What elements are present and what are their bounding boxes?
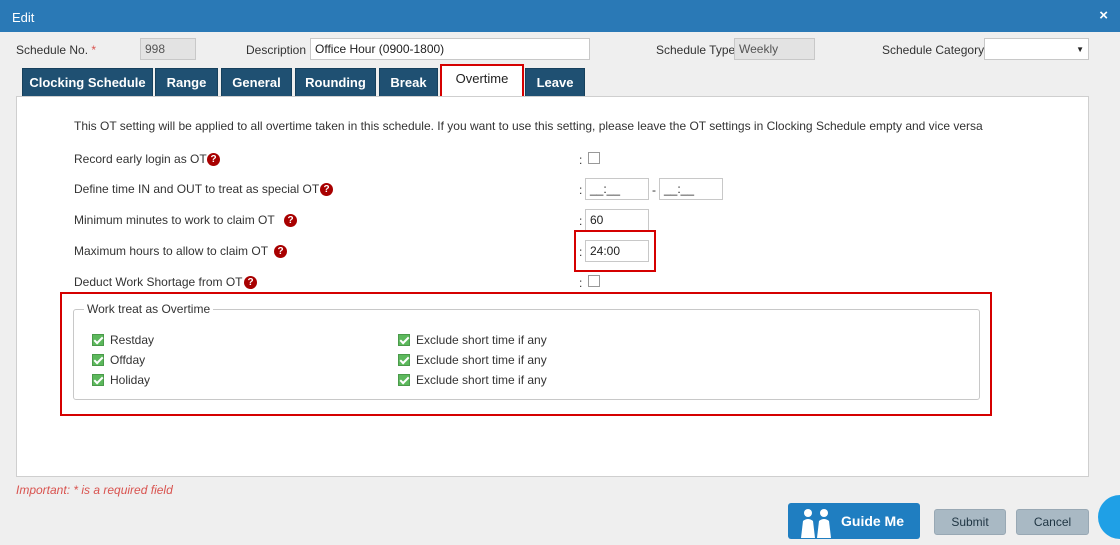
- offday-exclude-checkbox[interactable]: [398, 354, 410, 366]
- ot-note: This OT setting will be applied to all o…: [74, 119, 983, 133]
- special-ot-time-out[interactable]: __:__: [659, 178, 723, 200]
- help-icon[interactable]: ?: [274, 245, 287, 258]
- tab-range[interactable]: Range: [155, 68, 218, 98]
- description-label: Description: [246, 43, 307, 57]
- submit-button[interactable]: Submit: [934, 509, 1006, 535]
- time-range-dash: -: [652, 183, 656, 197]
- required-field-note: Important: * is a required field: [16, 483, 173, 497]
- help-icon[interactable]: ?: [320, 183, 333, 196]
- help-icon[interactable]: ?: [284, 214, 297, 227]
- colon: :: [579, 214, 583, 228]
- overtime-panel: This OT setting will be applied to all o…: [16, 96, 1089, 477]
- dialog-titlebar: Edit ×: [0, 0, 1120, 32]
- record-early-login-checkbox[interactable]: [588, 152, 600, 164]
- tab-general[interactable]: General: [221, 68, 292, 98]
- record-early-login-label: Record early login as OT: [74, 152, 207, 166]
- deduct-shortage-checkbox[interactable]: [588, 275, 600, 287]
- min-minutes-label: Minimum minutes to work to claim OT: [74, 213, 275, 227]
- colon: :: [579, 276, 583, 290]
- max-hours-input[interactable]: 24:00: [585, 240, 649, 262]
- guide-me-label: Guide Me: [841, 513, 905, 529]
- help-icon[interactable]: ?: [207, 153, 220, 166]
- chat-bubble-icon[interactable]: [1098, 495, 1120, 539]
- max-hours-label: Maximum hours to allow to claim OT: [74, 244, 269, 258]
- holiday-exclude-checkbox[interactable]: [398, 374, 410, 386]
- special-ot-label: Define time IN and OUT to treat as speci…: [74, 182, 320, 196]
- tab-leave[interactable]: Leave: [525, 68, 585, 98]
- offday-checkbox[interactable]: [92, 354, 104, 366]
- people-icon: [801, 509, 831, 538]
- tab-overtime[interactable]: Overtime: [440, 64, 524, 98]
- offday-label: Offday: [110, 353, 146, 367]
- holiday-checkbox[interactable]: [92, 374, 104, 386]
- colon: :: [579, 153, 583, 167]
- chevron-down-icon: ▼: [1076, 45, 1084, 54]
- schedule-type-label: Schedule Type: [656, 43, 736, 57]
- restday-exclude-checkbox[interactable]: [398, 334, 410, 346]
- work-treat-legend: Work treat as Overtime: [87, 302, 211, 316]
- restday-exclude-label: Exclude short time if any: [416, 333, 547, 347]
- colon: :: [579, 183, 583, 197]
- help-icon[interactable]: ?: [244, 276, 257, 289]
- offday-exclude-label: Exclude short time if any: [416, 353, 547, 367]
- tab-break[interactable]: Break: [379, 68, 438, 98]
- description-field[interactable]: Office Hour (0900-1800): [310, 38, 590, 60]
- holiday-label: Holiday: [110, 373, 151, 387]
- schedule-type-field: Weekly: [734, 38, 815, 60]
- tab-clocking-schedule[interactable]: Clocking Schedule: [22, 68, 153, 98]
- holiday-exclude-label: Exclude short time if any: [416, 373, 547, 387]
- schedule-no-label: Schedule No. *: [16, 43, 97, 57]
- cancel-button[interactable]: Cancel: [1016, 509, 1089, 535]
- guide-me-button[interactable]: Guide Me: [788, 503, 920, 539]
- restday-checkbox[interactable]: [92, 334, 104, 346]
- schedule-no-field[interactable]: 998: [140, 38, 196, 60]
- colon: :: [579, 245, 583, 259]
- dialog-title: Edit: [12, 10, 35, 25]
- schedule-category-label: Schedule Category: [882, 43, 985, 57]
- tab-rounding[interactable]: Rounding: [295, 68, 376, 98]
- restday-label: Restday: [110, 333, 155, 347]
- schedule-category-select[interactable]: ▼: [984, 38, 1089, 60]
- deduct-shortage-label: Deduct Work Shortage from OT: [74, 275, 243, 289]
- min-minutes-input[interactable]: 60: [585, 209, 649, 231]
- special-ot-time-in[interactable]: __:__: [585, 178, 649, 200]
- close-icon[interactable]: ×: [1099, 7, 1108, 24]
